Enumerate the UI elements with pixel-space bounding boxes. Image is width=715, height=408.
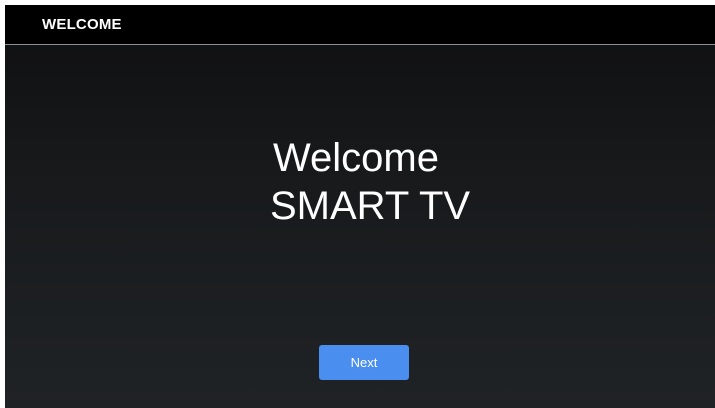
tv-screen: WELCOME Welcome SMART TV Next	[5, 5, 715, 408]
product-name: SMART TV	[270, 184, 471, 228]
title-bar: WELCOME	[5, 5, 715, 45]
page-title: WELCOME	[42, 16, 122, 33]
next-button[interactable]: Next	[319, 345, 409, 380]
welcome-heading: Welcome	[273, 136, 439, 180]
